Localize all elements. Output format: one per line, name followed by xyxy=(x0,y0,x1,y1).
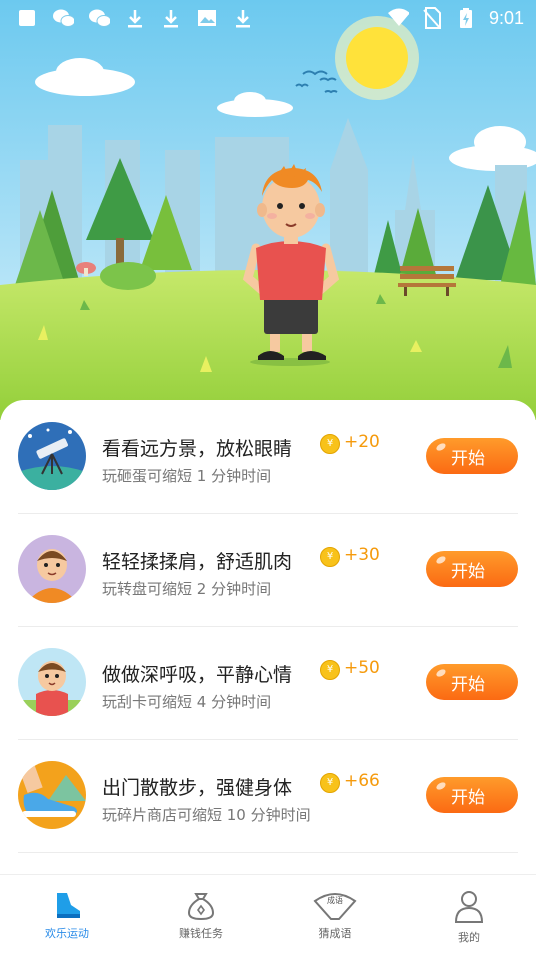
start-button[interactable]: 开始 xyxy=(426,438,518,474)
fan-icon: 成语 xyxy=(313,893,357,920)
task-subtitle: 玩转盘可缩短 2 分钟时间 xyxy=(102,580,272,598)
task-title: 做做深呼吸，平静心情 xyxy=(102,664,293,686)
start-button-label: 开始 xyxy=(451,674,485,695)
wifi-icon xyxy=(387,7,409,29)
status-bar: 9:01 xyxy=(0,0,536,36)
app-square-icon xyxy=(16,7,38,29)
start-button[interactable]: 开始 xyxy=(426,551,518,587)
image-icon xyxy=(196,7,218,29)
task-title: 轻轻揉揉肩，舒适肌肉 xyxy=(102,551,293,573)
task-row: 做做深呼吸，平静心情 ¥ +50 玩刮卡可缩短 4 分钟时间 开始 xyxy=(18,626,518,740)
reward-amount: +20 xyxy=(344,432,380,452)
task-subtitle: 玩砸蛋可缩短 1 分钟时间 xyxy=(102,467,272,485)
status-time: 9:01 xyxy=(488,7,524,28)
wechat-icon xyxy=(52,7,74,29)
start-button-label: 开始 xyxy=(451,448,485,469)
start-button[interactable]: 开始 xyxy=(426,664,518,700)
task-row: 看看远方景，放松眼睛 ¥ +20 玩砸蛋可缩短 1 分钟时间 开始 xyxy=(18,400,518,514)
nav-item-happy-exercise[interactable]: 欢乐运动 xyxy=(0,875,134,953)
person-icon xyxy=(454,891,484,923)
nav-label: 猜成语 xyxy=(318,927,352,940)
telescope-avatar xyxy=(18,422,86,490)
start-button-label: 开始 xyxy=(451,787,485,808)
task-title: 出门散散步，强健身体 xyxy=(102,777,293,799)
coin-icon: ¥ xyxy=(320,660,340,680)
reward-amount: +30 xyxy=(344,545,380,565)
bottom-navigation: 欢乐运动 赚钱任务 成语 猜成语 我的 xyxy=(0,874,536,953)
download-icon xyxy=(232,7,254,29)
task-card: 看看远方景，放松眼睛 ¥ +20 玩砸蛋可缩短 1 分钟时间 开始 轻轻揉揉肩，… xyxy=(0,400,536,880)
task-row: 轻轻揉揉肩，舒适肌肉 ¥ +30 玩转盘可缩短 2 分钟时间 开始 xyxy=(18,513,518,627)
nav-item-guess-idiom[interactable]: 成语 猜成语 xyxy=(268,875,402,953)
battery-icon xyxy=(455,7,477,29)
park-scene xyxy=(0,0,536,420)
no-sim-icon xyxy=(421,7,443,29)
money-bag-icon xyxy=(187,893,215,921)
start-button[interactable]: 开始 xyxy=(426,777,518,813)
task-title: 看看远方景，放松眼睛 xyxy=(102,438,293,460)
start-button-label: 开始 xyxy=(451,561,485,582)
nav-item-mine[interactable]: 我的 xyxy=(402,875,536,953)
coin-icon: ¥ xyxy=(320,773,340,793)
reward-amount: +50 xyxy=(344,658,380,678)
coin-icon: ¥ xyxy=(320,434,340,454)
fan-icon-text: 成语 xyxy=(327,895,343,905)
task-subtitle: 玩碎片商店可缩短 10 分钟时间 xyxy=(102,806,311,824)
coin-icon: ¥ xyxy=(320,547,340,567)
reward-amount: +66 xyxy=(344,771,380,791)
task-row: 出门散散步，强健身体 ¥ +66 玩碎片商店可缩短 10 分钟时间 开始 xyxy=(18,739,518,853)
nav-item-earn-money[interactable]: 赚钱任务 xyxy=(134,875,268,953)
task-subtitle: 玩刮卡可缩短 4 分钟时间 xyxy=(102,693,272,711)
hero-illustration xyxy=(0,0,536,420)
wechat-icon xyxy=(88,7,110,29)
nav-label: 我的 xyxy=(458,931,480,944)
nav-label: 欢乐运动 xyxy=(45,927,89,940)
deep-breath-avatar xyxy=(18,648,86,716)
download-icon xyxy=(160,7,182,29)
shoe-icon xyxy=(57,893,80,918)
download-icon xyxy=(124,7,146,29)
shoulder-massage-avatar xyxy=(18,535,86,603)
walking-shoe-avatar xyxy=(18,761,86,829)
nav-label: 赚钱任务 xyxy=(179,927,223,940)
